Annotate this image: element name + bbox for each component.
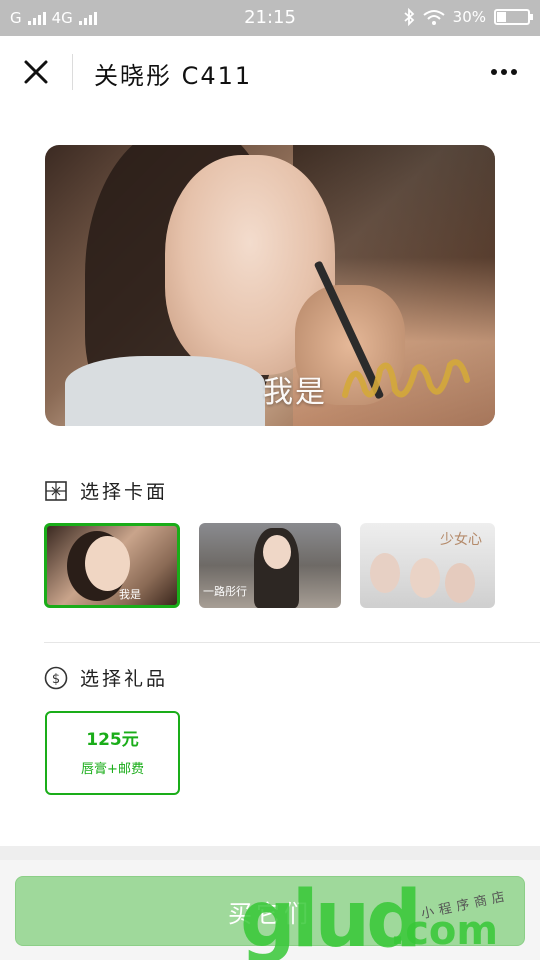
card-option-1[interactable]: 我是	[44, 523, 180, 608]
hero-caption: 我是	[263, 375, 327, 410]
card-option-2-text: 一路彤行	[203, 585, 247, 598]
thumb-face	[445, 563, 475, 603]
bottom-band	[0, 846, 540, 860]
card-section-heading: 选择卡面	[44, 477, 168, 504]
thumb-face	[370, 553, 400, 593]
thumb-face	[85, 536, 130, 591]
close-icon[interactable]	[18, 54, 54, 90]
gift-description: 唇膏+邮费	[81, 762, 144, 777]
page: G 4G 21:15 30% 关晓彤 C411 我是 选择卡面 我是 一路彤行 …	[0, 0, 540, 960]
gold-script-logo	[342, 359, 470, 398]
card-option-1-text: 我是	[119, 588, 141, 601]
card-option-2[interactable]: 一路彤行	[199, 523, 341, 608]
nav-bar: 关晓彤 C411	[0, 36, 540, 108]
card-option-3[interactable]: 少女心	[360, 523, 495, 608]
page-title: 关晓彤 C411	[94, 62, 253, 90]
battery-level	[497, 12, 506, 22]
hero-collar	[65, 356, 265, 426]
card-preview-image: 我是	[45, 145, 495, 426]
status-right: 30%	[403, 8, 533, 26]
bluetooth-icon	[404, 8, 414, 26]
card-option-3-text: 少女心	[440, 532, 482, 548]
thumb-face	[410, 558, 440, 598]
gift-icon	[45, 480, 67, 501]
thumb-face	[263, 535, 291, 569]
gift-section-heading: $ 选择礼品	[44, 664, 168, 691]
gift-price: 125元	[86, 730, 139, 750]
gift-section-title: 选择礼品	[80, 668, 169, 690]
card-section-title: 选择卡面	[80, 481, 169, 503]
battery-icon	[494, 9, 533, 25]
more-icon[interactable]	[486, 60, 522, 84]
wifi-icon	[423, 10, 445, 25]
gift-option-1[interactable]: 125元 唇膏+邮费	[45, 711, 180, 795]
battery-percent: 30%	[452, 8, 486, 26]
section-divider	[44, 642, 540, 643]
nav-divider	[72, 54, 73, 90]
status-bar: G 4G 21:15 30%	[0, 0, 540, 36]
buy-button[interactable]: 买它们	[15, 876, 525, 946]
dollar-icon: $	[44, 666, 68, 689]
svg-text:$: $	[52, 672, 60, 687]
